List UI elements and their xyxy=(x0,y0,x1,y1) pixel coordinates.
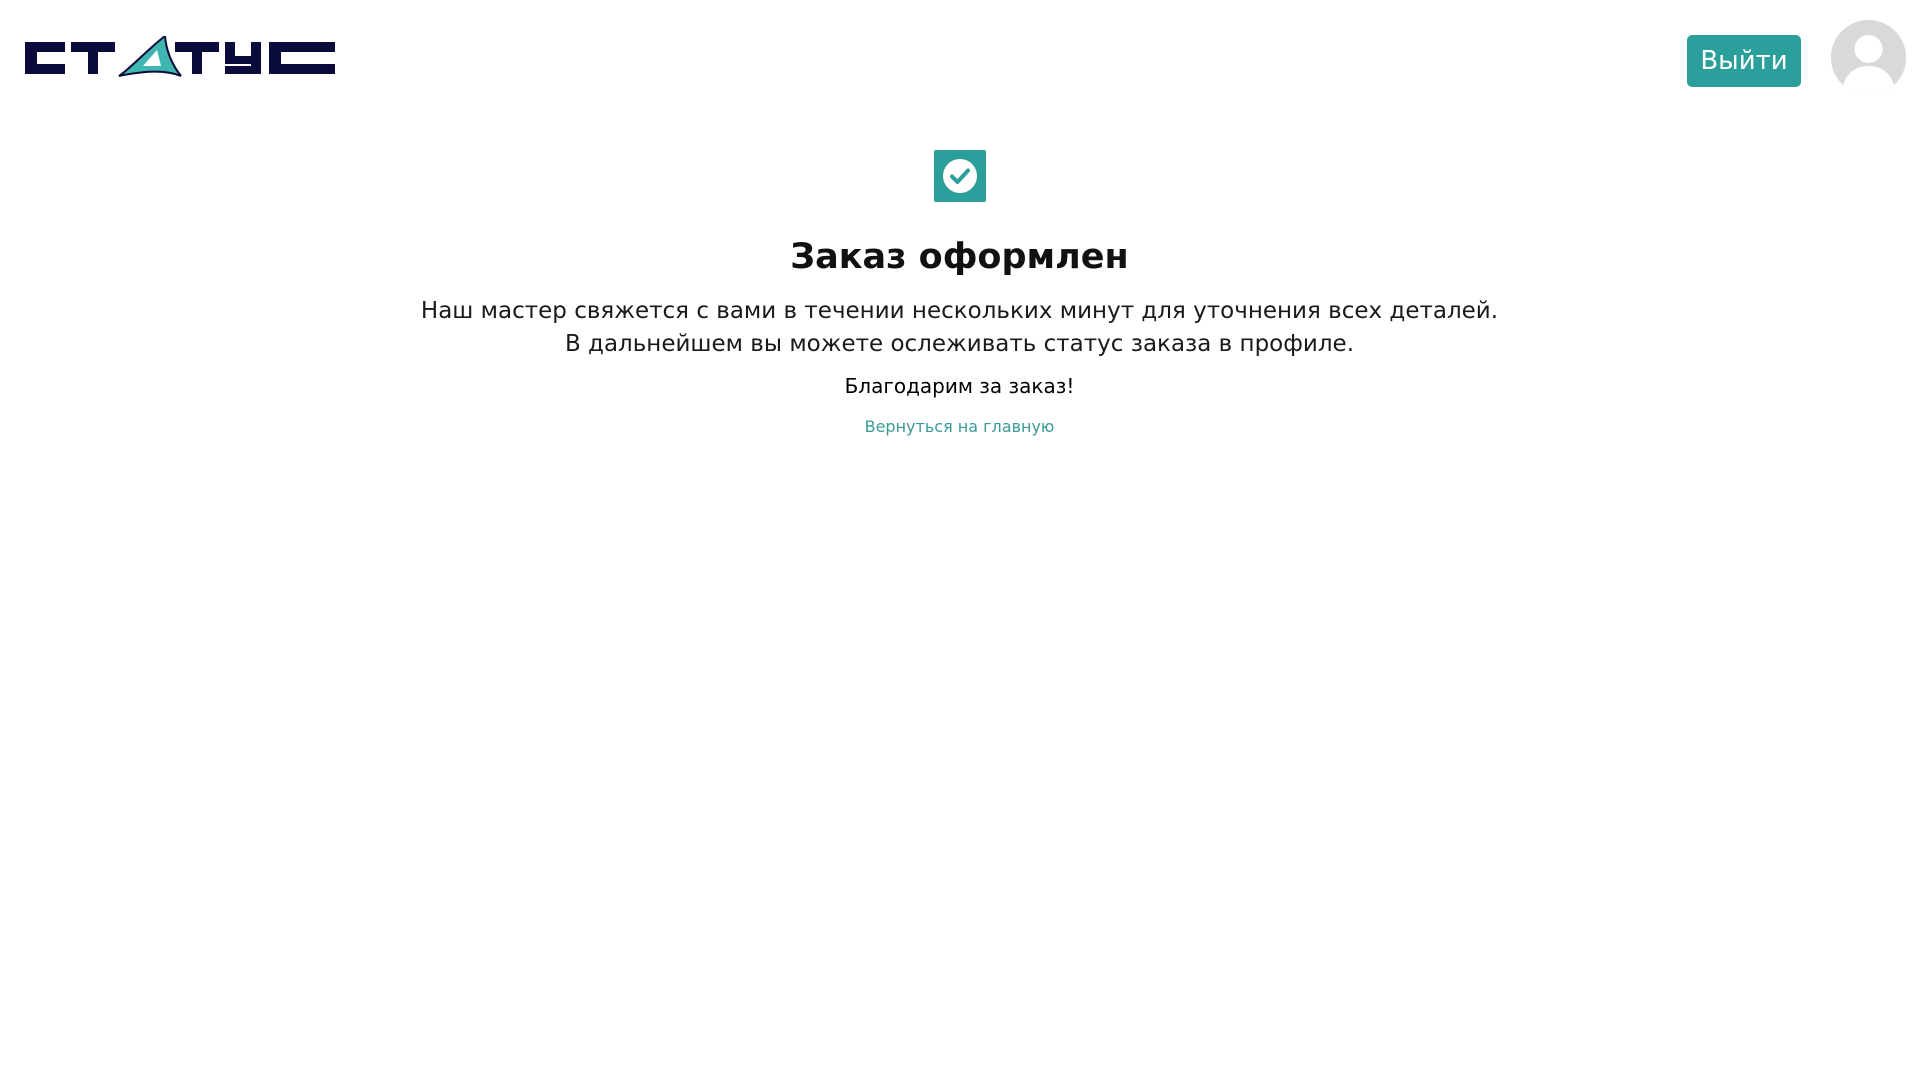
site-header: Выйти xyxy=(0,0,1919,110)
message-line-2: В дальнейшем вы можете ослеживать статус… xyxy=(564,331,1355,357)
confirmation-message: Наш мастер свяжется с вами в течении нес… xyxy=(0,295,1919,361)
check-circle-icon xyxy=(933,150,986,202)
logout-button[interactable]: Выйти xyxy=(1687,35,1801,87)
order-confirmation: Заказ оформлен Наш мастер свяжется с вам… xyxy=(0,150,1919,438)
thanks-text: Благодарим за заказ! xyxy=(844,374,1075,398)
page-title: Заказ оформлен xyxy=(790,237,1129,277)
user-avatar-icon[interactable] xyxy=(1831,20,1906,95)
back-home-link[interactable]: Вернуться на главную xyxy=(865,416,1055,438)
order-success-page: Выйти Заказ оформлен Наш мастер свяжется… xyxy=(0,0,1919,1079)
logo[interactable] xyxy=(25,36,335,80)
message-line-1: Наш мастер свяжется с вами в течении нес… xyxy=(420,298,1499,324)
